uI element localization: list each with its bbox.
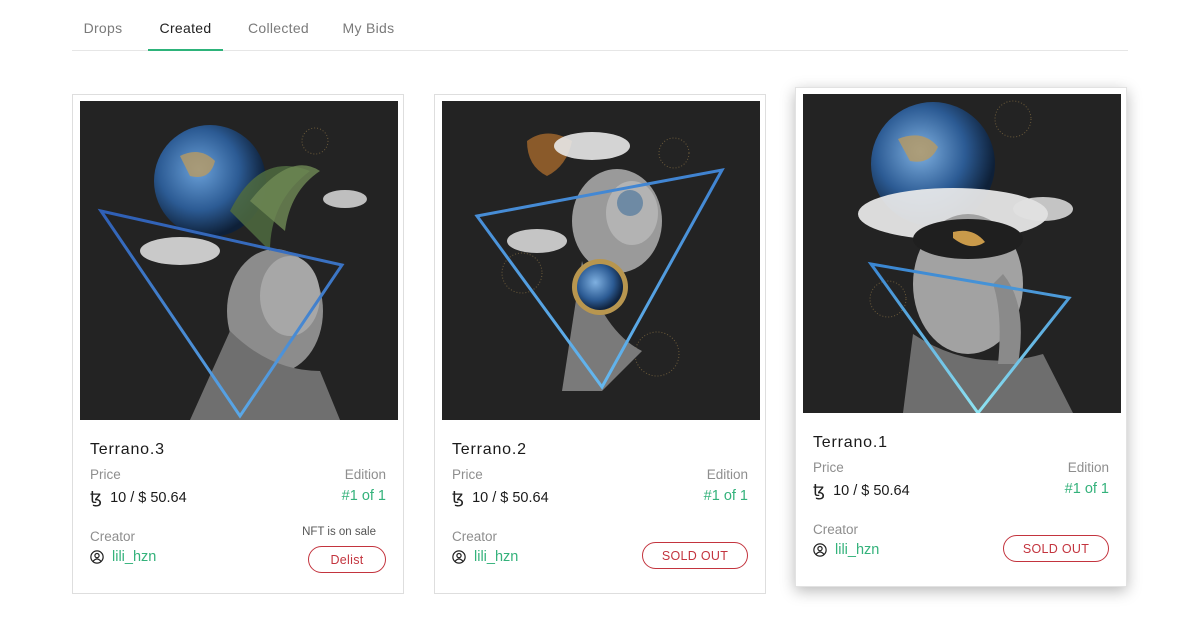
edition-label: Edition — [344, 467, 386, 482]
creator-label: Creator — [452, 529, 498, 544]
nft-title[interactable]: Terrano.3 — [90, 441, 165, 459]
tab-collected[interactable]: Collected — [242, 0, 315, 50]
user-icon — [813, 543, 827, 557]
creator-label: Creator — [813, 522, 859, 537]
tezos-icon: ꜩ — [452, 488, 465, 508]
sold-out-badge: SOLD OUT — [642, 542, 748, 569]
nft-title[interactable]: Terrano.1 — [813, 434, 888, 452]
user-icon — [452, 550, 466, 564]
edition-label: Edition — [1067, 460, 1109, 475]
nft-card-terrano-2[interactable]: Terrano.2 Price Edition ꜩ 10 / $ 50.64 #… — [434, 94, 766, 594]
price-value: ꜩ 10 / $ 50.64 — [90, 488, 187, 508]
edition-label: Edition — [706, 467, 748, 482]
profile-tabs: Drops Created Collected My Bids — [72, 0, 1128, 51]
creator-label: Creator — [90, 529, 136, 544]
price-amount: 10 / $ 50.64 — [833, 483, 910, 499]
price-value: ꜩ 10 / $ 50.64 — [452, 488, 549, 508]
price-amount: 10 / $ 50.64 — [472, 490, 549, 506]
delist-button[interactable]: Delist — [308, 546, 386, 573]
nft-artwork[interactable] — [80, 101, 398, 420]
tezos-icon: ꜩ — [813, 481, 826, 501]
creator-link[interactable]: lili_hzn — [813, 542, 879, 558]
sale-status-note: NFT is on sale — [302, 526, 376, 538]
nft-artwork[interactable] — [803, 94, 1121, 413]
price-label: Price — [813, 460, 844, 475]
tab-drops[interactable]: Drops — [72, 0, 134, 50]
price-label: Price — [452, 467, 483, 482]
nft-card-terrano-1[interactable]: Terrano.1 Price Edition ꜩ 10 / $ 50.64 #… — [795, 87, 1127, 587]
edition-value: #1 of 1 — [1064, 481, 1109, 497]
tab-created[interactable]: Created — [148, 0, 223, 51]
nft-title[interactable]: Terrano.2 — [452, 441, 527, 459]
price-amount: 10 / $ 50.64 — [110, 490, 187, 506]
price-value: ꜩ 10 / $ 50.64 — [813, 481, 910, 501]
creator-link[interactable]: lili_hzn — [90, 549, 156, 565]
nft-card-terrano-3[interactable]: Terrano.3 Price Edition ꜩ 10 / $ 50.64 #… — [72, 94, 404, 594]
price-label: Price — [90, 467, 121, 482]
creator-name[interactable]: lili_hzn — [474, 549, 518, 565]
creator-name[interactable]: lili_hzn — [112, 549, 156, 565]
edition-value: #1 of 1 — [341, 488, 386, 504]
sold-out-badge: SOLD OUT — [1003, 535, 1109, 562]
tab-my-bids[interactable]: My Bids — [340, 0, 397, 50]
creator-link[interactable]: lili_hzn — [452, 549, 518, 565]
edition-value: #1 of 1 — [703, 488, 748, 504]
user-icon — [90, 550, 104, 564]
creator-name[interactable]: lili_hzn — [835, 542, 879, 558]
nft-artwork[interactable] — [442, 101, 760, 420]
tezos-icon: ꜩ — [90, 488, 103, 508]
